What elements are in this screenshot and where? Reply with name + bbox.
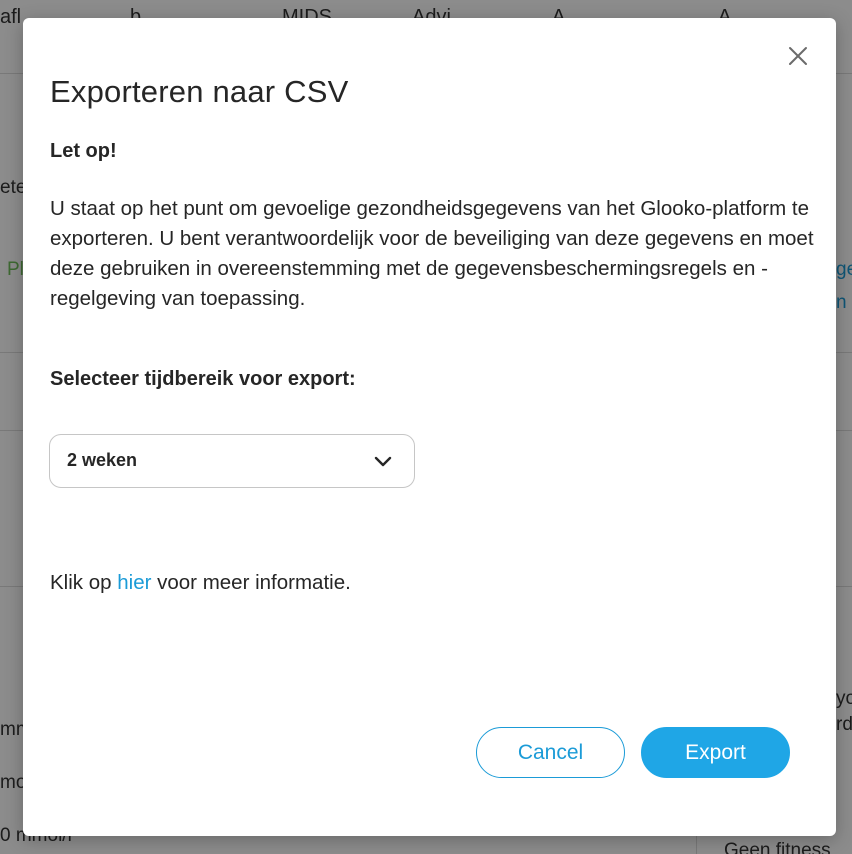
dialog-title: Exporteren naar CSV: [50, 74, 349, 109]
export-csv-dialog: Exporteren naar CSV Let op! U staat op h…: [23, 18, 836, 836]
time-range-label: Selecteer tijdbereik voor export:: [50, 368, 356, 390]
close-button[interactable]: [786, 44, 810, 68]
export-button[interactable]: Export: [641, 727, 790, 778]
more-info-link[interactable]: hier: [117, 571, 151, 594]
close-icon: [789, 47, 807, 65]
info-suffix: voor meer informatie.: [151, 571, 351, 594]
warning-title: Let op!: [50, 140, 117, 162]
more-info-line: Klik op hier voor meer informatie.: [50, 571, 351, 595]
time-range-select[interactable]: 2 weken: [49, 434, 415, 488]
info-prefix: Klik op: [50, 571, 118, 594]
chevron-down-icon: [374, 456, 392, 467]
warning-text: U staat op het punt om gevoelige gezondh…: [50, 197, 814, 310]
cancel-button[interactable]: Cancel: [476, 727, 625, 778]
time-range-selected-value: 2 weken: [67, 450, 138, 470]
